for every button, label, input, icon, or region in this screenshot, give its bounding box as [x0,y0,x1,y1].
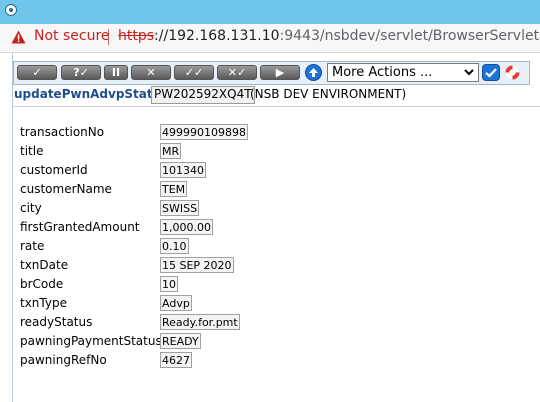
authorise-icon: ✓✓ [184,66,204,79]
reverse-icon: ✕✓ [227,66,247,79]
hold-icon: II [111,66,121,79]
field-value: Ready.for.pmt [160,314,240,330]
record-id-field[interactable]: PW202592XQ4T [151,86,255,104]
app-icon [5,4,17,16]
warning-icon[interactable] [11,30,26,44]
hold-button[interactable]: II [104,65,128,80]
more-actions-value: More Actions ... [332,65,433,80]
next-icon: ▶ [275,66,285,79]
more-actions-select[interactable]: More Actions ... [327,63,479,82]
field-label: transactionNo [20,125,105,139]
field-label: rate [20,239,45,253]
field-value: 15 SEP 2020 [160,257,234,273]
url-text[interactable]: https://192.168.131.10:9443/nsbdev/servl… [118,28,539,44]
check-icon: ✓ [32,66,42,79]
validate-icon: ?✓ [73,66,89,79]
field-value: 10 [160,276,178,292]
authorise-button[interactable]: ✓✓ [174,65,214,80]
field-value: 1,000.00 [160,219,213,235]
field-value: MR [160,143,182,159]
field-label: pawningRefNo [20,353,107,367]
url-host: ://192.168.131.10 [154,28,280,44]
environment-label: (NSB DEV ENVIRONMENT) [250,87,407,101]
field-label: brCode [20,277,64,291]
field-label: firstGrantedAmount [20,220,140,234]
field-value: TEM [160,181,188,197]
arrow-up-icon [309,68,318,77]
field-value: 499990109898 [160,124,248,140]
form-divider [13,106,540,107]
reverse-button[interactable]: ✕✓ [217,65,257,80]
field-value: 101340 [160,162,206,178]
address-bar[interactable]: Not secure https://192.168.131.10:9443/n… [0,24,540,53]
field-value: Advp [160,295,192,311]
field-label: city [20,201,42,215]
field-label: pawningPaymentStatus [20,334,162,348]
field-label: customerName [20,182,112,196]
field-label: title [20,144,44,158]
url-path: :9443/nsbdev/servlet/BrowserServlet [279,28,540,44]
not-secure-label[interactable]: Not secure [34,28,110,44]
go-button[interactable] [482,64,500,81]
navigate-up-button[interactable] [305,64,322,81]
url-scheme: https [118,28,155,44]
field-label: readyStatus [20,315,93,329]
field-label: txnDate [20,258,69,272]
delete-button[interactable]: ✕ [131,65,171,80]
check-icon [485,68,497,78]
chevron-down-icon [464,69,474,76]
field-label: customerId [20,163,88,177]
field-value: READY [160,333,201,349]
action-toolbar: ✓ ?✓ II ✕ ✓✓ ✕✓ ▶ More Actions ... [13,61,530,85]
field-label: txnType [20,296,67,310]
delete-icon: ✕ [146,66,156,79]
validate-button[interactable]: ?✓ [61,65,101,80]
form-name: updatePwnAdvpStatus [14,87,169,101]
next-button[interactable]: ▶ [260,65,300,80]
field-value: SWISS [160,200,200,216]
field-value: 0.10 [160,238,189,254]
commit-button[interactable]: ✓ [17,65,57,80]
window-title-bar [0,0,540,24]
address-divider [108,29,109,45]
help-lifebuoy-icon[interactable] [504,64,521,81]
field-value: 4627 [160,352,192,368]
